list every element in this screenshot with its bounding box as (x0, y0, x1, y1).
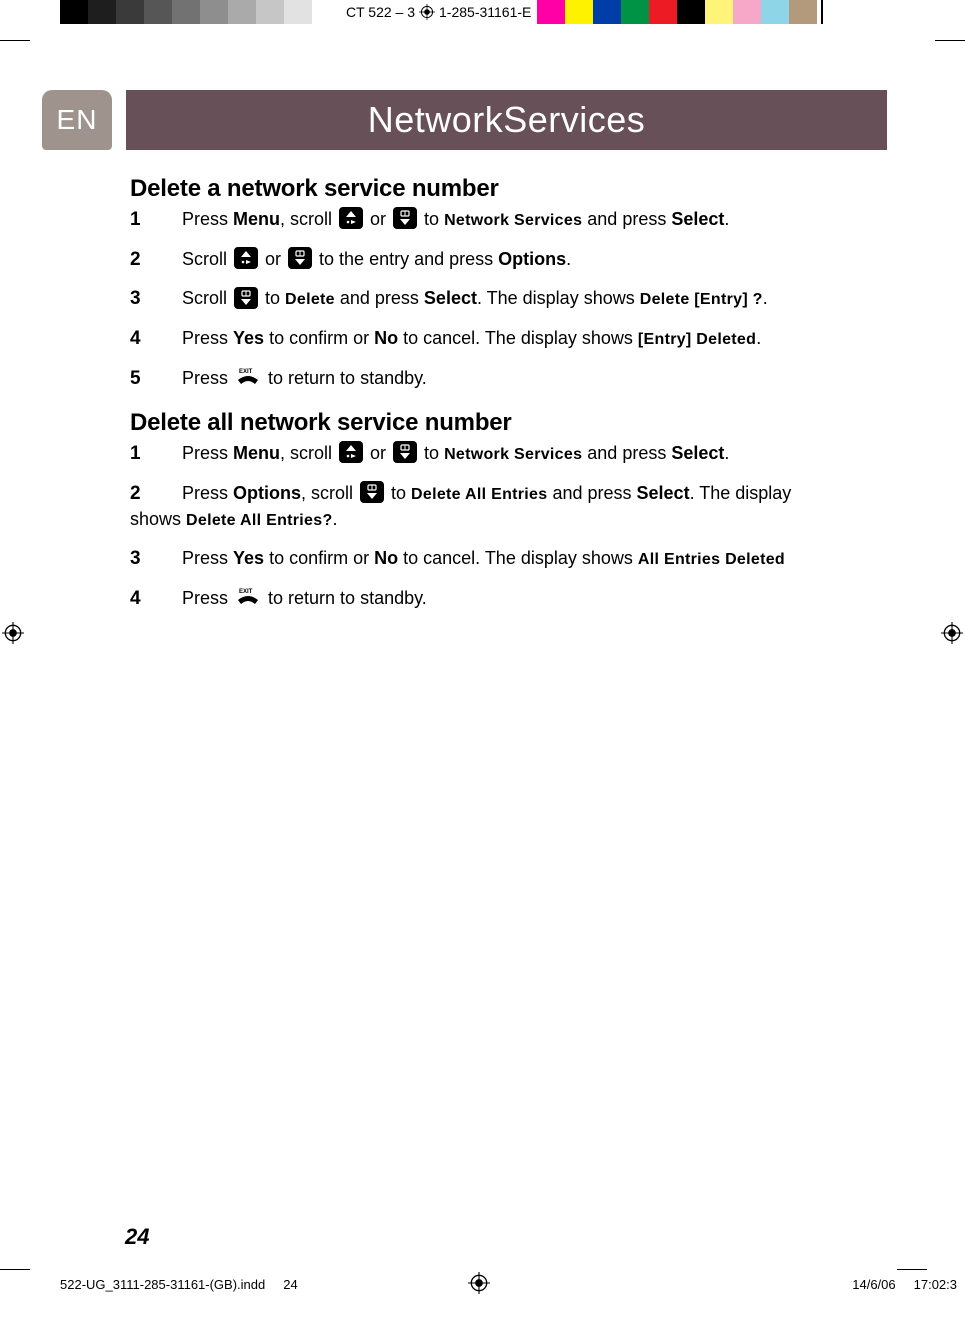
step-text: Press EXIT to return to standby. (182, 586, 890, 612)
nav-down-icon (393, 441, 417, 463)
page-content: Delete a network service number 1 Press … (130, 175, 890, 629)
nav-down-icon (234, 287, 258, 309)
title-part-a: Network (368, 99, 504, 141)
step-text: Press Menu, scroll or to Network Service… (182, 207, 890, 233)
nav-down-icon (360, 481, 384, 503)
step-text-cont: shows Delete All Entries?. (130, 507, 890, 532)
grayscale-swatches (60, 0, 340, 24)
nav-down-icon (393, 207, 417, 229)
step-row: 2 Press Options, scroll to Delete All En… (130, 481, 890, 532)
nav-up-icon (234, 247, 258, 269)
end-call-icon: EXIT (235, 366, 261, 388)
step-text: Scroll to Delete and press Select. The d… (182, 286, 890, 312)
page-number: 24 (125, 1224, 149, 1250)
registration-mark-icon (2, 622, 24, 644)
title-part-b: Services (503, 99, 645, 141)
step-number: 3 (130, 546, 182, 572)
step-row: 5 Press EXIT to return to standby. (130, 366, 890, 392)
step-number: 4 (130, 326, 182, 352)
step-row: 4 Press EXIT to return to standby. (130, 586, 890, 612)
step-number: 2 (130, 247, 182, 273)
step-text: Press Options, scroll to Delete All Entr… (182, 481, 890, 532)
step-row: 1 Press Menu, scroll or to Network Servi… (130, 441, 890, 467)
footer-date: 14/6/06 (852, 1277, 895, 1292)
step-row: 1 Press Menu, scroll or to Network Servi… (130, 207, 890, 233)
crop-mark (935, 40, 965, 41)
step-row: 3 Scroll to Delete and press Select. The… (130, 286, 890, 312)
registration-mark-icon (419, 4, 435, 20)
color-swatches (537, 0, 817, 24)
step-row: 3 Press Yes to confirm or No to cancel. … (130, 546, 890, 572)
page-title: Network Services (126, 90, 887, 150)
footer-page: 24 (283, 1277, 297, 1292)
step-number: 4 (130, 586, 182, 612)
page-header: EN Network Services (42, 90, 887, 152)
print-footer: 522-UG_3111-285-31161-(GB).indd 24 14/6/… (60, 1277, 957, 1292)
step-number: 1 (130, 207, 182, 233)
nav-down-icon (288, 247, 312, 269)
step-list: 1 Press Menu, scroll or to Network Servi… (130, 441, 890, 611)
step-number: 1 (130, 441, 182, 467)
tick-mark (821, 0, 823, 24)
step-row: 4 Press Yes to confirm or No to cancel. … (130, 326, 890, 352)
step-text: Scroll or to the entry and press Options… (182, 247, 890, 273)
document-code: CT 522 – 3 1-285-31161-E (340, 0, 537, 24)
crop-mark (0, 40, 30, 41)
section-heading: Delete all network service number (130, 409, 890, 437)
print-color-bar: CT 522 – 3 1-285-31161-E (60, 0, 890, 24)
footer-file: 522-UG_3111-285-31161-(GB).indd (60, 1277, 265, 1292)
step-row: 2 Scroll or to the entry and press Optio… (130, 247, 890, 273)
svg-text:EXIT: EXIT (239, 369, 253, 375)
step-text: Press Menu, scroll or to Network Service… (182, 441, 890, 467)
section-heading: Delete a network service number (130, 175, 890, 203)
step-text: Press EXIT to return to standby. (182, 366, 890, 392)
step-number: 3 (130, 286, 182, 312)
registration-mark-icon (941, 622, 963, 644)
step-list: 1 Press Menu, scroll or to Network Servi… (130, 207, 890, 391)
doc-code-left: CT 522 – 3 (346, 4, 415, 20)
step-text: Press Yes to confirm or No to cancel. Th… (182, 326, 890, 352)
crop-mark (897, 1269, 927, 1270)
nav-up-icon (339, 207, 363, 229)
nav-up-icon (339, 441, 363, 463)
step-text: Press Yes to confirm or No to cancel. Th… (182, 546, 890, 572)
step-number: 5 (130, 366, 182, 392)
footer-time: 17:02:3 (914, 1277, 957, 1292)
end-call-icon: EXIT (235, 586, 261, 608)
language-tab: EN (42, 90, 112, 150)
svg-text:EXIT: EXIT (239, 589, 253, 595)
doc-code-right: 1-285-31161-E (439, 4, 531, 20)
crop-mark (0, 1269, 30, 1270)
